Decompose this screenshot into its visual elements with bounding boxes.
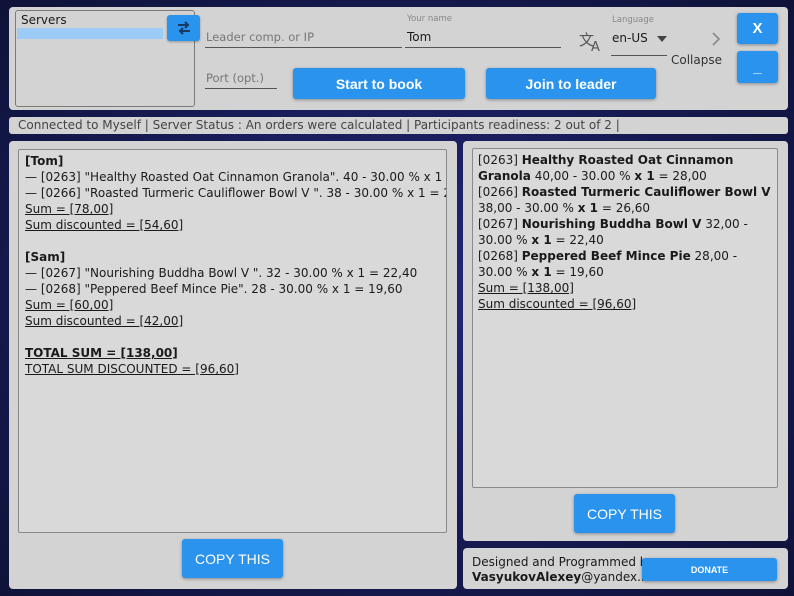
copy-left-button[interactable]: COPY THIS (182, 539, 283, 578)
summary-report-textbox[interactable]: [0263] Healthy Roasted Oat Cinnamon Gran… (472, 148, 778, 488)
name-value: Tom (407, 30, 432, 44)
refresh-servers-button[interactable] (167, 15, 200, 41)
leader-ip-placeholder: Leader comp. or IP (206, 30, 315, 44)
top-toolbar: Servers Leader comp. or IP Your name Tom… (9, 7, 788, 110)
minimize-button[interactable]: _ (737, 51, 778, 83)
author-name: VasyukovAlexey (472, 570, 582, 584)
user-name-tom: [Tom] (25, 154, 64, 168)
user-sum: Sum = [60,00] (25, 298, 114, 312)
port-placeholder: Port (opt.) (206, 71, 264, 85)
chevron-right-icon[interactable] (711, 32, 721, 46)
summary-item: [0263] Healthy Roasted Oat Cinnamon Gran… (478, 153, 734, 183)
order-line: — [0267] "Nourishing Buddha Bowl V ". 32… (25, 266, 418, 280)
language-value: en-US (612, 31, 648, 45)
servers-list[interactable]: Servers (15, 10, 200, 107)
user-name-sam: [Sam] (25, 250, 66, 264)
right-report-panel: [0263] Healthy Roasted Oat Cinnamon Gran… (463, 141, 788, 541)
user-sum: Sum = [78,00] (25, 202, 114, 216)
order-line: — [0268] "Peppered Beef Mince Pie". 28 -… (25, 282, 403, 296)
total-sum-discounted: TOTAL SUM DISCOUNTED = [96,60] (25, 362, 239, 376)
credits: Designed and Programmed by VasyukovAlexe… (472, 555, 655, 585)
user-sum-discounted: Sum discounted = [54,60] (25, 218, 184, 232)
join-to-leader-button[interactable]: Join to leader (486, 68, 656, 99)
summary-item: [0267] Nourishing Buddha Bowl V 32,00 - … (478, 217, 748, 247)
language-select[interactable] (611, 55, 667, 56)
summary-sum: Sum = [138,00] (478, 281, 574, 295)
credits-line: Designed and Programmed by (472, 555, 655, 569)
summary-item: [0266] Roasted Turmeric Cauliflower Bowl… (478, 185, 771, 215)
servers-label: Servers (21, 13, 67, 27)
summary-sum-discounted: Sum discounted = [96,60] (478, 297, 637, 311)
leader-ip-input[interactable] (205, 47, 402, 48)
detailed-report-textbox[interactable]: [Tom] — [0263] "Healthy Roasted Oat Cinn… (18, 149, 447, 533)
port-input[interactable] (205, 88, 277, 89)
swap-arrows-icon (177, 21, 190, 35)
svg-text:A: A (591, 40, 600, 53)
name-input[interactable] (405, 47, 561, 48)
footer-panel: Designed and Programmed by VasyukovAlexe… (463, 548, 788, 589)
status-text: Connected to Myself | Server Status : An… (18, 118, 620, 132)
summary-item: [0268] Peppered Beef Mince Pie 28,00 - 3… (478, 249, 738, 279)
servers-list-selected-item[interactable] (17, 28, 163, 39)
close-button[interactable]: X (737, 13, 778, 44)
status-bar: Connected to Myself | Server Status : An… (9, 117, 788, 134)
translate-icon: 文 A (579, 31, 600, 53)
copy-right-button[interactable]: COPY THIS (574, 494, 675, 533)
order-line: — [0266] "Roasted Turmeric Cauliflower B… (25, 186, 447, 200)
name-caption: Your name (407, 14, 452, 24)
left-report-panel: [Tom] — [0263] "Healthy Roasted Oat Cinn… (9, 141, 457, 589)
chevron-down-icon[interactable] (657, 36, 667, 42)
collapse-label[interactable]: Collapse (671, 53, 722, 67)
order-line: — [0263] "Healthy Roasted Oat Cinnamon G… (25, 170, 446, 184)
user-sum-discounted: Sum discounted = [42,00] (25, 314, 184, 328)
total-sum: TOTAL SUM = [138,00] (25, 346, 178, 360)
donate-button[interactable]: DONATE (642, 558, 777, 581)
start-to-book-button[interactable]: Start to book (293, 68, 465, 99)
language-caption: Language (612, 15, 654, 25)
